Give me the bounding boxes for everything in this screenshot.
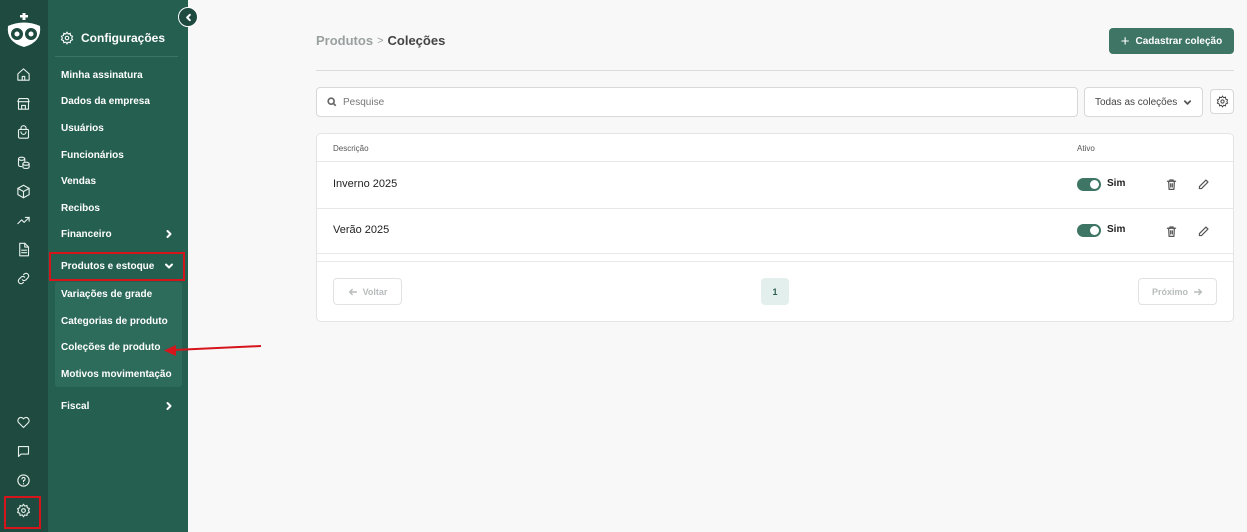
active-toggle[interactable] (1077, 178, 1101, 191)
heart-icon[interactable] (12, 411, 34, 433)
document-icon[interactable] (12, 238, 34, 260)
menu-item-recibos[interactable]: Recibos (61, 203, 100, 214)
plus-icon: + (1120, 32, 1130, 50)
pencil-icon[interactable] (1195, 223, 1211, 239)
coins-icon[interactable] (12, 151, 34, 173)
search-input[interactable] (343, 96, 1043, 108)
help-icon[interactable] (12, 469, 34, 491)
row-description: Inverno 2025 (333, 178, 398, 190)
collections-filter-select[interactable]: Todas as coleções (1084, 87, 1203, 117)
trash-icon[interactable] (1163, 176, 1179, 192)
menu-item-financeiro[interactable]: Financeiro (55, 223, 180, 245)
menu-divider (55, 56, 178, 57)
previous-page-button[interactable]: Voltar (333, 278, 402, 305)
home-icon[interactable] (12, 63, 34, 85)
chat-icon[interactable] (12, 440, 34, 462)
menu-item-fiscal[interactable]: Fiscal (55, 395, 180, 417)
active-label: Sim (1107, 178, 1126, 189)
link-icon[interactable] (12, 267, 34, 289)
header-divider (316, 70, 1234, 71)
collapse-sidebar-button[interactable] (178, 7, 198, 27)
column-header-description: Descrição (333, 144, 369, 153)
submenu-item-categorias-produto[interactable]: Categorias de produto (61, 316, 168, 327)
chevron-left-icon (185, 13, 191, 21)
arrow-left-icon (348, 288, 357, 295)
active-label: Sim (1107, 224, 1126, 235)
breadcrumb-separator: > (377, 34, 384, 47)
store-icon[interactable] (12, 92, 34, 114)
collections-filter-value: Todas as coleções (1095, 96, 1178, 108)
menu-item-vendas[interactable]: Vendas (61, 176, 96, 187)
row-description: Verão 2025 (333, 224, 390, 236)
box-icon[interactable] (12, 180, 34, 202)
gear-icon (60, 31, 74, 45)
shopping-bag-icon[interactable] (12, 121, 34, 143)
add-collection-button[interactable]: + Cadastrar coleção (1109, 28, 1234, 54)
settings-menu-header: Configurações (60, 31, 165, 45)
next-page-label: Próximo (1151, 286, 1188, 297)
menu-item-usuarios[interactable]: Usuários (61, 123, 104, 134)
add-collection-label: Cadastrar coleção (1135, 35, 1223, 47)
trash-icon[interactable] (1163, 223, 1179, 239)
breadcrumb-parent[interactable]: Produtos (316, 33, 373, 48)
submenu-item-colecoes-produto[interactable]: Coleções de produto (61, 342, 160, 353)
header-row-divider (317, 161, 1233, 162)
chevron-right-icon (166, 230, 172, 238)
settings-highlight-box (4, 496, 41, 529)
trending-up-icon[interactable] (12, 209, 34, 231)
page-number-button[interactable]: 1 (761, 278, 789, 305)
table-settings-button[interactable] (1210, 89, 1234, 114)
pagination-divider (317, 261, 1233, 262)
menu-item-financeiro-label: Financeiro (61, 228, 112, 240)
submenu-item-motivos-movimentacao[interactable]: Motivos movimentação (61, 369, 172, 380)
search-field[interactable] (316, 87, 1078, 117)
menu-item-funcionarios[interactable]: Funcionários (61, 150, 124, 161)
table-row-divider (317, 253, 1233, 254)
previous-page-label: Voltar (362, 286, 388, 297)
main-content: Produtos > Coleções + Cadastrar coleção … (188, 0, 1247, 532)
menu-item-minha-assinatura[interactable]: Minha assinatura (61, 70, 143, 81)
page-title: Coleções (387, 33, 446, 48)
owl-logo-icon[interactable] (4, 12, 44, 50)
arrow-right-icon (1193, 288, 1203, 295)
menu-item-dados-empresa[interactable]: Dados da empresa (61, 96, 150, 107)
breadcrumb: Produtos > Coleções (316, 33, 445, 48)
column-header-active: Ativo (1077, 144, 1095, 153)
pencil-icon[interactable] (1195, 176, 1211, 192)
menu-item-fiscal-label: Fiscal (61, 400, 90, 412)
submenu-item-variacoes-grade[interactable]: Variações de grade (61, 289, 152, 300)
table-row-divider (317, 208, 1233, 209)
gear-icon (1216, 95, 1228, 108)
produtos-highlight-box (49, 252, 185, 281)
active-toggle[interactable] (1077, 224, 1101, 237)
icon-rail (0, 0, 48, 532)
settings-menu-title: Configurações (81, 31, 166, 45)
collections-table-card: Descrição Ativo Inverno 2025 Sim Verão 2… (316, 133, 1234, 322)
next-page-button[interactable]: Próximo (1138, 278, 1217, 305)
chevron-right-icon (166, 402, 172, 410)
chevron-down-icon (1183, 99, 1192, 105)
search-icon (327, 97, 337, 107)
